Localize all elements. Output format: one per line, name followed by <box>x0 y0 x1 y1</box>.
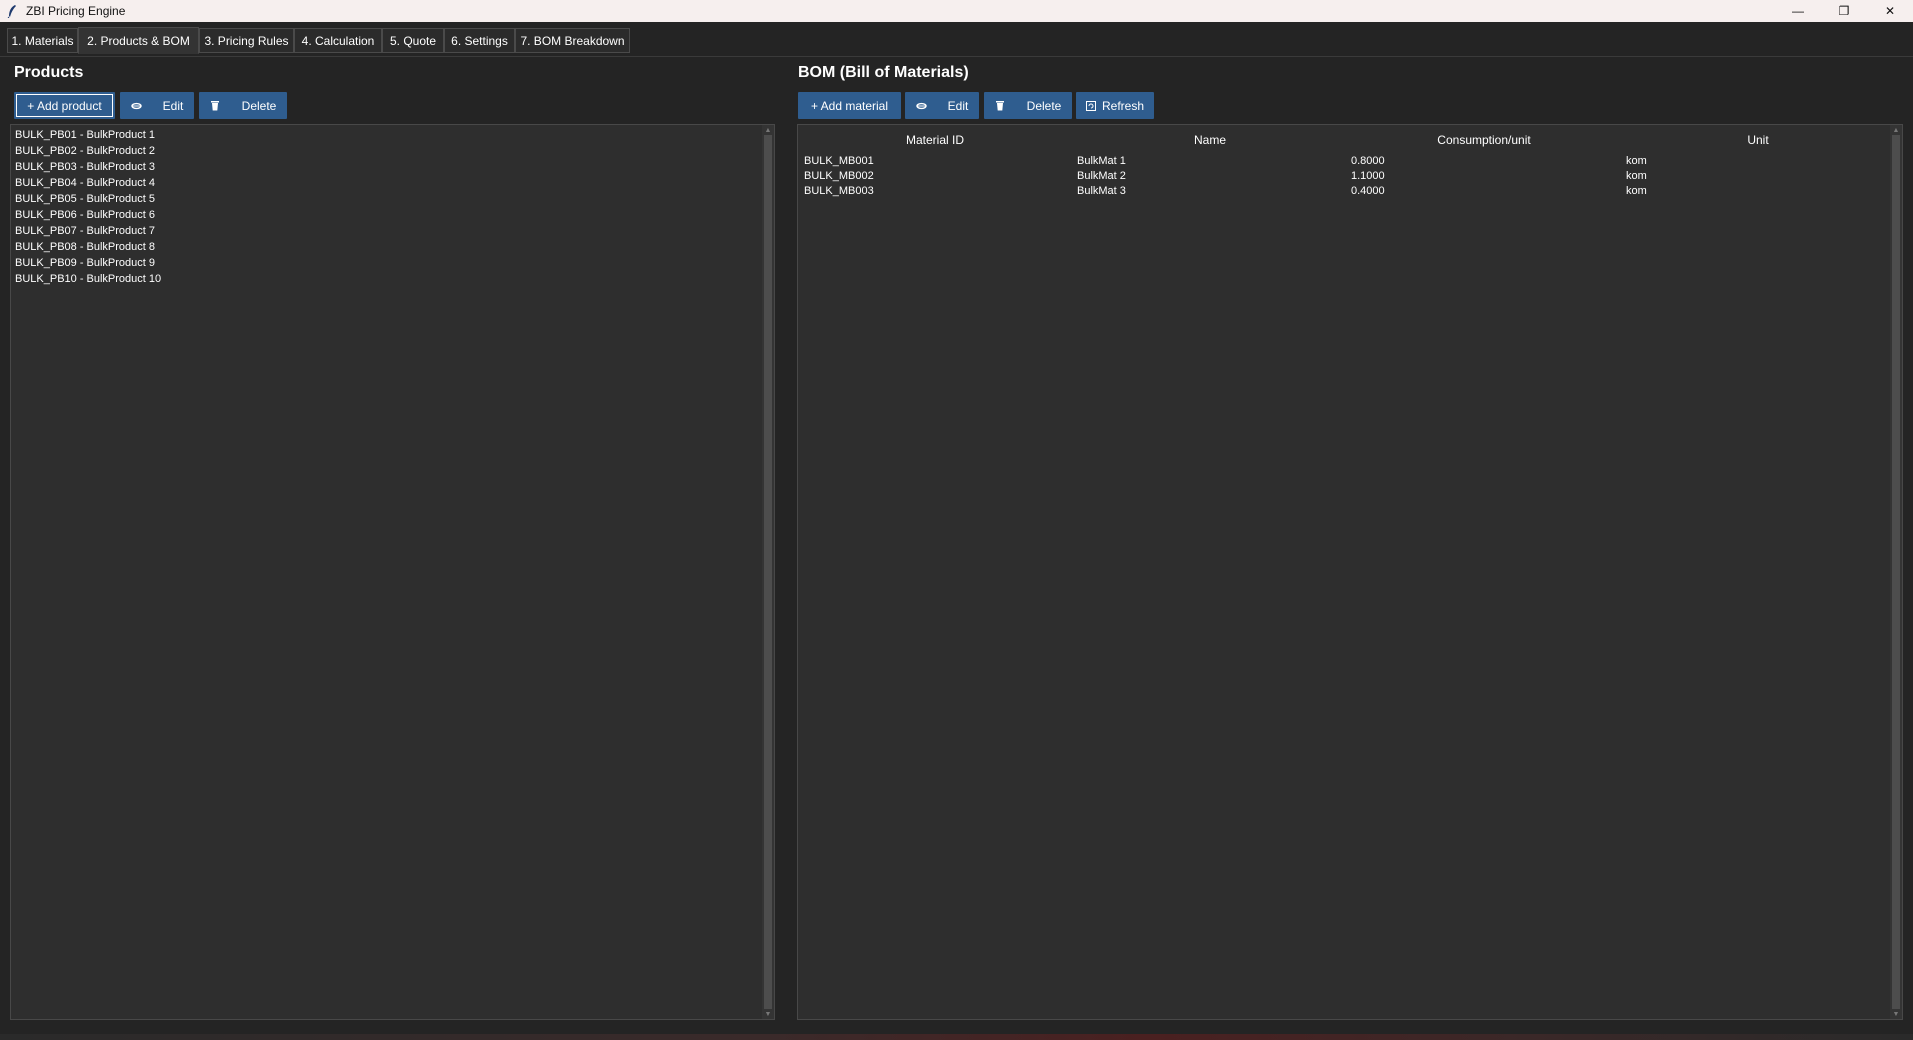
column-header-name[interactable]: Name <box>1194 133 1226 147</box>
column-header-unit[interactable]: Unit <box>1747 133 1768 147</box>
restore-button[interactable]: ❐ <box>1821 0 1867 22</box>
table-cell: BulkMat 2 <box>1077 170 1126 182</box>
list-item[interactable]: BULK_PB07 - BulkProduct 7 <box>15 223 161 239</box>
table-cell: 1.1000 <box>1351 170 1385 182</box>
delete-material-label: Delete <box>1026 98 1062 113</box>
list-item[interactable]: BULK_PB01 - BulkProduct 1 <box>15 127 161 143</box>
list-item[interactable]: BULK_PB08 - BulkProduct 8 <box>15 239 161 255</box>
trash-icon <box>210 100 222 111</box>
list-item[interactable]: BULK_PB02 - BulkProduct 2 <box>15 143 161 159</box>
feather-icon <box>4 3 20 19</box>
bom-scrollbar[interactable]: ▲ ▼ <box>1890 125 1902 1019</box>
products-scrollbar[interactable]: ▲ ▼ <box>762 125 774 1019</box>
pencil-icon <box>130 102 143 110</box>
tab-products-bom[interactable]: 2. Products & BOM <box>78 27 199 54</box>
table-cell: BulkMat 3 <box>1077 185 1126 197</box>
scroll-up-icon[interactable]: ▲ <box>1891 126 1901 134</box>
edit-material-button[interactable]: Edit <box>905 92 979 119</box>
table-cell: kom <box>1626 185 1647 197</box>
title-bar: ZBI Pricing Engine — ❐ ✕ <box>0 0 1913 22</box>
close-icon: ✕ <box>1884 4 1896 18</box>
list-item[interactable]: BULK_PB04 - BulkProduct 4 <box>15 175 161 191</box>
edit-product-label: Edit <box>162 98 184 113</box>
minimize-button[interactable]: — <box>1775 0 1821 22</box>
tab-pricing-rules[interactable]: 3. Pricing Rules <box>199 28 294 53</box>
tab-settings[interactable]: 6. Settings <box>444 28 515 53</box>
products-listbox[interactable]: BULK_PB01 - BulkProduct 1 BULK_PB02 - Bul… <box>10 124 775 1020</box>
table-cell: BULK_MB002 <box>804 170 874 182</box>
product-list: BULK_PB01 - BulkProduct 1 BULK_PB02 - Bul… <box>15 127 161 287</box>
list-item[interactable]: BULK_PB05 - BulkProduct 5 <box>15 191 161 207</box>
column-header-material-id[interactable]: Material ID <box>906 133 964 147</box>
bom-table: Material ID Name Consumption/unit Unit B… <box>797 124 1903 1020</box>
close-button[interactable]: ✕ <box>1867 0 1913 22</box>
tab-calculation[interactable]: 4. Calculation <box>294 28 382 53</box>
tab-bar: 1. Materials 2. Products & BOM 3. Pricin… <box>0 22 1913 57</box>
refresh-label: Refresh <box>1101 98 1145 113</box>
add-product-button[interactable]: + Add product <box>14 92 115 119</box>
column-header-consumption[interactable]: Consumption/unit <box>1437 133 1530 147</box>
bom-title: BOM (Bill of Materials) <box>798 64 969 81</box>
add-product-label: + Add product <box>27 98 102 113</box>
list-item[interactable]: BULK_PB09 - BulkProduct 9 <box>15 255 161 271</box>
tab-bom-breakdown[interactable]: 7. BOM Breakdown <box>515 28 630 53</box>
products-title: Products <box>14 64 84 81</box>
table-cell: BULK_MB003 <box>804 185 874 197</box>
delete-product-button[interactable]: Delete <box>199 92 287 119</box>
window-title: ZBI Pricing Engine <box>26 4 126 18</box>
table-cell: 0.4000 <box>1351 185 1385 197</box>
table-cell: kom <box>1626 170 1647 182</box>
edit-material-label: Edit <box>947 98 969 113</box>
delete-product-label: Delete <box>241 98 277 113</box>
bom-scroll-thumb[interactable] <box>1892 135 1900 1009</box>
scroll-up-icon[interactable]: ▲ <box>763 126 773 134</box>
pencil-icon <box>915 102 928 110</box>
restore-icon: ❐ <box>1838 4 1850 18</box>
add-material-button[interactable]: + Add material <box>798 92 901 119</box>
list-item[interactable]: BULK_PB06 - BulkProduct 6 <box>15 207 161 223</box>
list-item[interactable]: BULK_PB03 - BulkProduct 3 <box>15 159 161 175</box>
table-cell: kom <box>1626 155 1647 167</box>
scroll-down-icon[interactable]: ▼ <box>1891 1010 1901 1018</box>
products-scroll-thumb[interactable] <box>764 135 772 1009</box>
table-cell: 0.8000 <box>1351 155 1385 167</box>
scroll-down-icon[interactable]: ▼ <box>763 1010 773 1018</box>
minimize-icon: — <box>1792 4 1804 18</box>
taskbar-edge <box>0 1034 1913 1040</box>
edit-product-button[interactable]: Edit <box>120 92 194 119</box>
table-cell: BulkMat 1 <box>1077 155 1126 167</box>
tab-materials[interactable]: 1. Materials <box>7 28 78 53</box>
refresh-button[interactable]: Refresh <box>1076 92 1154 119</box>
refresh-icon <box>1085 100 1098 111</box>
table-cell: BULK_MB001 <box>804 155 874 167</box>
trash-icon <box>995 100 1007 111</box>
list-item[interactable]: BULK_PB10 - BulkProduct 10 <box>15 271 161 287</box>
add-material-label: + Add material <box>810 98 889 113</box>
tab-quote[interactable]: 5. Quote <box>382 28 444 53</box>
delete-material-button[interactable]: Delete <box>984 92 1072 119</box>
